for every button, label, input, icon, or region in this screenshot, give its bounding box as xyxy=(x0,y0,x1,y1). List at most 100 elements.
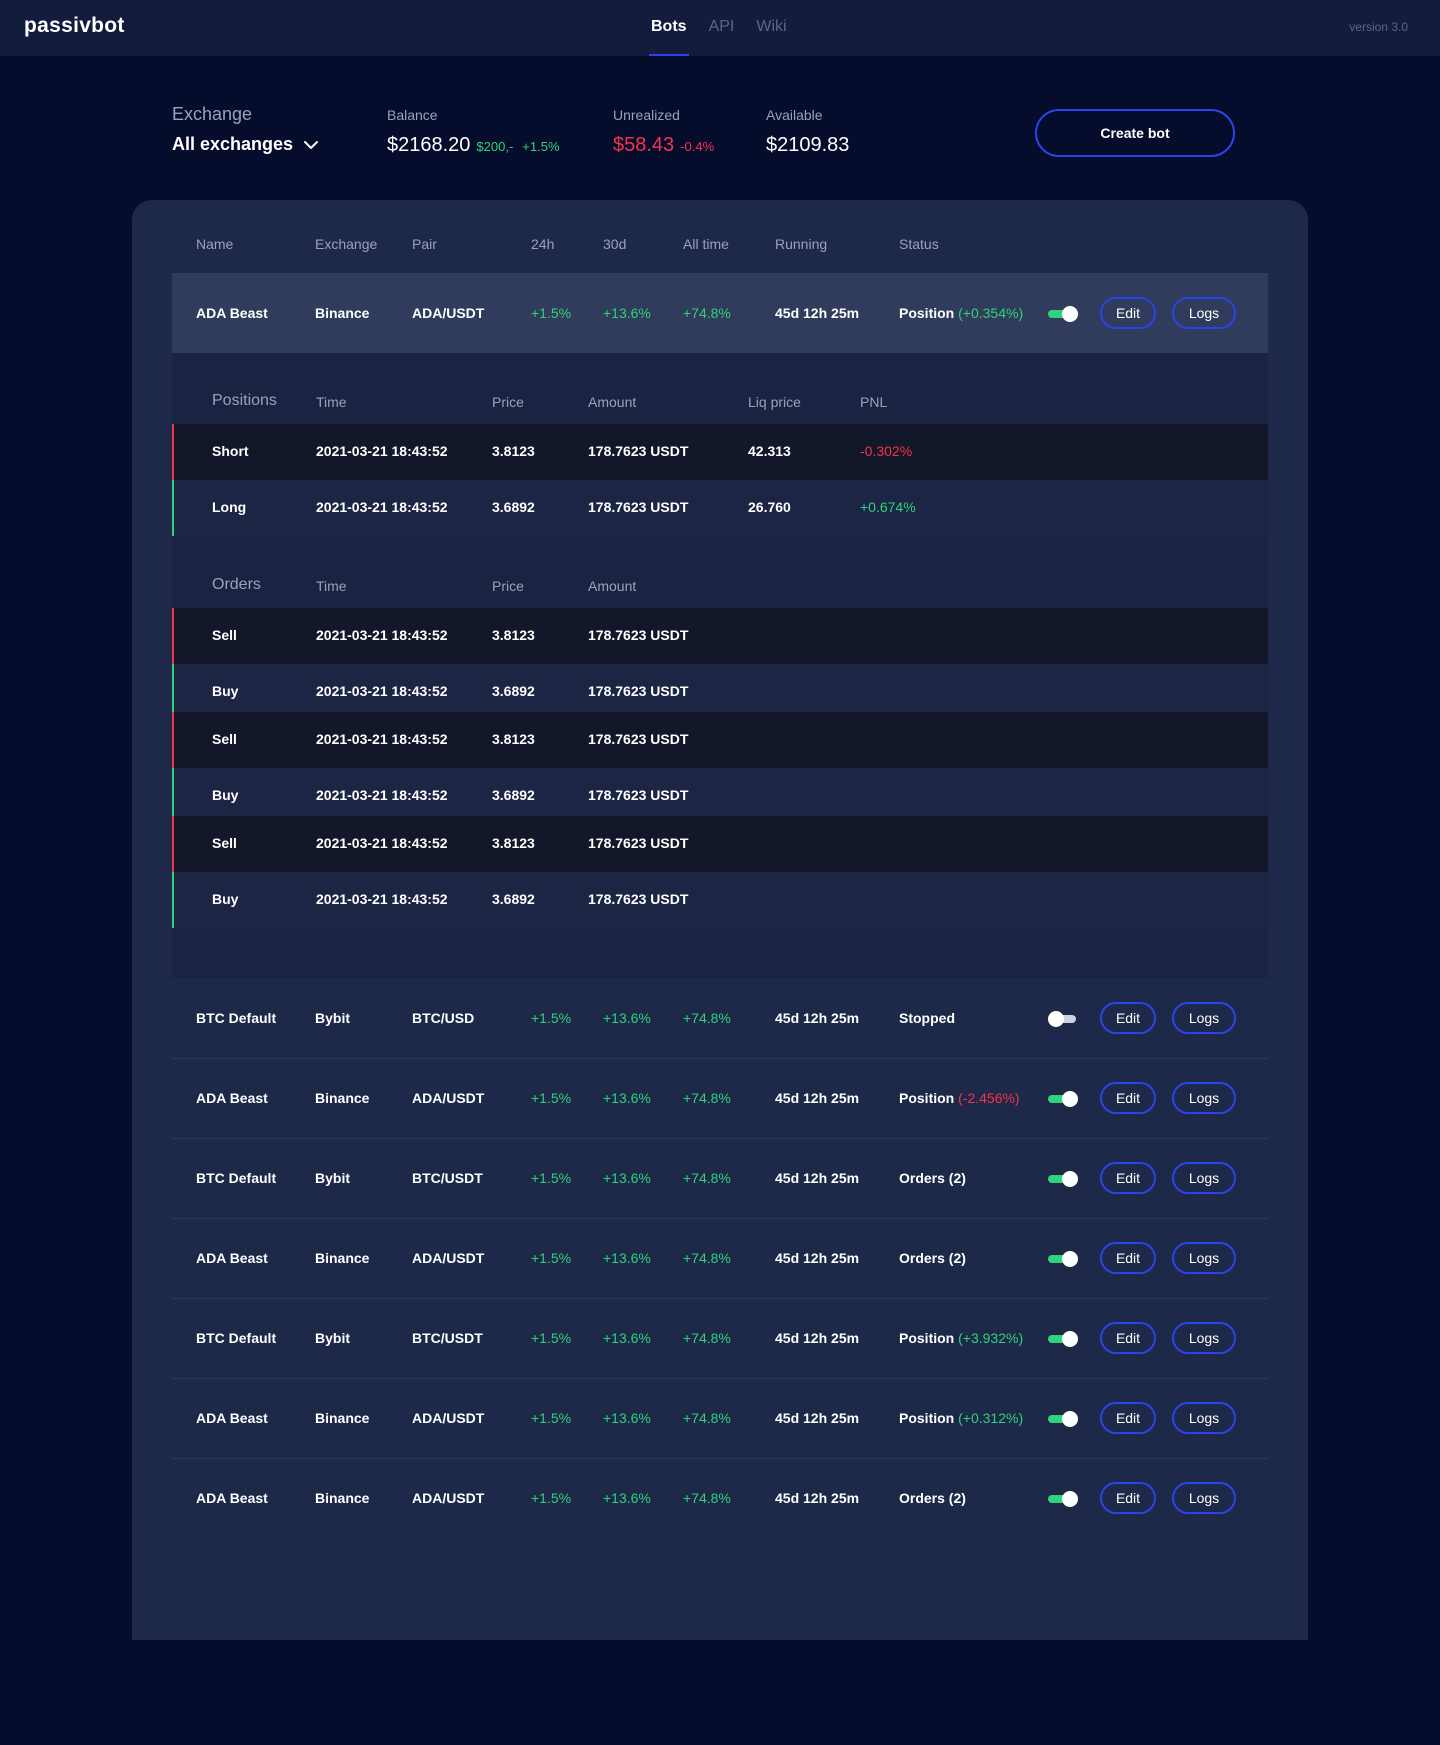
bot-enable-toggle[interactable] xyxy=(1048,306,1078,322)
position-row[interactable]: Short 2021-03-21 18:43:52 3.8123 178.762… xyxy=(172,424,1268,480)
order-amount: 178.7623 USDT xyxy=(588,787,689,803)
logs-button[interactable]: Logs xyxy=(1172,1082,1236,1114)
bot-exchange: Bybit xyxy=(315,1170,350,1186)
side-indicator-green xyxy=(172,768,174,816)
bot-row[interactable]: ADA Beast Binance ADA/USDT +1.5% +13.6% … xyxy=(172,1218,1268,1298)
bot-exchange: Binance xyxy=(315,1410,370,1426)
edit-bot-button[interactable]: Edit xyxy=(1100,297,1156,329)
bot-all-time: +74.8% xyxy=(683,305,731,321)
positions-col-pnl: PNL xyxy=(860,394,888,410)
bot-status-detail: (-2.456%) xyxy=(958,1090,1020,1106)
position-row[interactable]: Long 2021-03-21 18:43:52 3.6892 178.7623… xyxy=(172,480,1268,536)
bot-row[interactable]: BTC Default Bybit BTC/USDT +1.5% +13.6% … xyxy=(172,1298,1268,1378)
unrealized-change: -0.4% xyxy=(680,139,715,154)
logs-button[interactable]: Logs xyxy=(1172,1162,1236,1194)
bot-running: 45d 12h 25m xyxy=(775,1250,860,1266)
orders-col-time: Time xyxy=(316,578,347,594)
bot-running: 45d 12h 25m xyxy=(775,305,860,321)
logs-button[interactable]: Logs xyxy=(1172,1322,1236,1354)
bot-row[interactable]: ADA Beast Binance ADA/USDT +1.5% +13.6% … xyxy=(172,273,1268,353)
bot-30d: +13.6% xyxy=(603,1330,651,1346)
bot-enable-toggle[interactable] xyxy=(1048,1411,1078,1427)
bot-name: BTC Default xyxy=(196,1330,277,1346)
bot-enable-toggle[interactable] xyxy=(1048,1251,1078,1267)
bot-24h: +1.5% xyxy=(531,1010,572,1026)
logs-button[interactable]: Logs xyxy=(1172,1402,1236,1434)
create-bot-button[interactable]: Create bot xyxy=(1035,109,1235,157)
bot-status: Position (+3.932%) xyxy=(899,1330,1023,1346)
order-row[interactable]: Buy 2021-03-21 18:43:52 3.6892 178.7623 … xyxy=(172,872,1268,928)
bot-running: 45d 12h 25m xyxy=(775,1490,860,1506)
order-time: 2021-03-21 18:43:52 xyxy=(316,891,448,907)
logs-button[interactable]: Logs xyxy=(1172,1242,1236,1274)
bot-row[interactable]: BTC Default Bybit BTC/USDT +1.5% +13.6% … xyxy=(172,1138,1268,1218)
position-price: 3.8123 xyxy=(492,443,535,459)
order-time: 2021-03-21 18:43:52 xyxy=(316,835,448,851)
position-amount: 178.7623 USDT xyxy=(588,443,689,459)
bot-status-text: Stopped xyxy=(899,1010,955,1026)
bot-enable-toggle[interactable] xyxy=(1048,1491,1078,1507)
nav-tab-api[interactable]: API xyxy=(709,0,735,56)
logs-button[interactable]: Logs xyxy=(1172,1002,1236,1034)
toggle-knob xyxy=(1062,1091,1078,1107)
bot-name: BTC Default xyxy=(196,1170,277,1186)
order-side: Sell xyxy=(212,835,237,851)
bot-24h: +1.5% xyxy=(531,1490,572,1506)
order-row[interactable]: Sell 2021-03-21 18:43:52 3.8123 178.7623… xyxy=(172,712,1268,768)
bot-pair: ADA/USDT xyxy=(412,1410,485,1426)
order-row[interactable]: Buy 2021-03-21 18:43:52 3.6892 178.7623 … xyxy=(172,768,1268,816)
bot-row[interactable]: BTC Default Bybit BTC/USD +1.5% +13.6% +… xyxy=(172,978,1268,1058)
logs-button[interactable]: Logs xyxy=(1172,1482,1236,1514)
order-amount: 178.7623 USDT xyxy=(588,627,689,643)
edit-bot-button[interactable]: Edit xyxy=(1100,1082,1156,1114)
position-side: Long xyxy=(212,499,247,515)
bot-row[interactable]: ADA Beast Binance ADA/USDT +1.5% +13.6% … xyxy=(172,1378,1268,1458)
position-price: 3.6892 xyxy=(492,499,535,515)
bot-24h: +1.5% xyxy=(531,1250,572,1266)
nav-tab-label: API xyxy=(708,18,735,35)
position-time: 2021-03-21 18:43:52 xyxy=(316,443,448,459)
edit-bot-button[interactable]: Edit xyxy=(1100,1242,1156,1274)
logs-button[interactable]: Logs xyxy=(1172,297,1236,329)
bot-all-time: +74.8% xyxy=(683,1330,731,1346)
balance-change-pct: +1.5% xyxy=(522,139,560,154)
bot-enable-toggle[interactable] xyxy=(1048,1331,1078,1347)
edit-bot-button[interactable]: Edit xyxy=(1100,1482,1156,1514)
bot-status-detail: (+3.932%) xyxy=(958,1330,1024,1346)
order-price: 3.6892 xyxy=(492,683,535,699)
positions-header: Positions Time Price Amount Liq price PN… xyxy=(172,392,1268,414)
order-price: 3.8123 xyxy=(492,835,535,851)
side-indicator-green xyxy=(172,664,174,712)
toggle-knob xyxy=(1048,1011,1064,1027)
edit-bot-button[interactable]: Edit xyxy=(1100,1002,1156,1034)
bot-enable-toggle[interactable] xyxy=(1048,1091,1078,1107)
toggle-knob xyxy=(1062,1171,1078,1187)
available-label: Available xyxy=(766,107,823,123)
bot-all-time: +74.8% xyxy=(683,1170,731,1186)
edit-bot-button[interactable]: Edit xyxy=(1100,1162,1156,1194)
logo[interactable]: passivbot xyxy=(24,14,125,38)
bot-24h: +1.5% xyxy=(531,1090,572,1106)
bot-row[interactable]: ADA Beast Binance ADA/USDT +1.5% +13.6% … xyxy=(172,1458,1268,1538)
bot-enable-toggle[interactable] xyxy=(1048,1171,1078,1187)
order-row[interactable]: Sell 2021-03-21 18:43:52 3.8123 178.7623… xyxy=(172,608,1268,664)
bot-status-text: Orders (2) xyxy=(899,1170,966,1186)
nav-tab-bots[interactable]: Bots xyxy=(649,0,689,56)
bot-row[interactable]: ADA Beast Binance ADA/USDT +1.5% +13.6% … xyxy=(172,1058,1268,1138)
order-amount: 178.7623 USDT xyxy=(588,891,689,907)
bot-enable-toggle[interactable] xyxy=(1048,1011,1078,1027)
order-row[interactable]: Buy 2021-03-21 18:43:52 3.6892 178.7623 … xyxy=(172,664,1268,712)
order-side: Sell xyxy=(212,731,237,747)
bot-pair: BTC/USD xyxy=(412,1010,475,1026)
edit-bot-button[interactable]: Edit xyxy=(1100,1402,1156,1434)
bot-all-time: +74.8% xyxy=(683,1090,731,1106)
bot-status: Orders (2) xyxy=(899,1490,966,1506)
unrealized-label: Unrealized xyxy=(613,107,680,123)
edit-bot-button[interactable]: Edit xyxy=(1100,1322,1156,1354)
order-time: 2021-03-21 18:43:52 xyxy=(316,731,448,747)
col-header-name: Name xyxy=(196,236,234,252)
exchange-dropdown[interactable]: All exchanges xyxy=(172,134,319,155)
order-row[interactable]: Sell 2021-03-21 18:43:52 3.8123 178.7623… xyxy=(172,816,1268,872)
orders-header: Orders Time Price Amount xyxy=(172,576,1268,598)
nav-tab-wiki[interactable]: Wiki xyxy=(756,0,786,56)
